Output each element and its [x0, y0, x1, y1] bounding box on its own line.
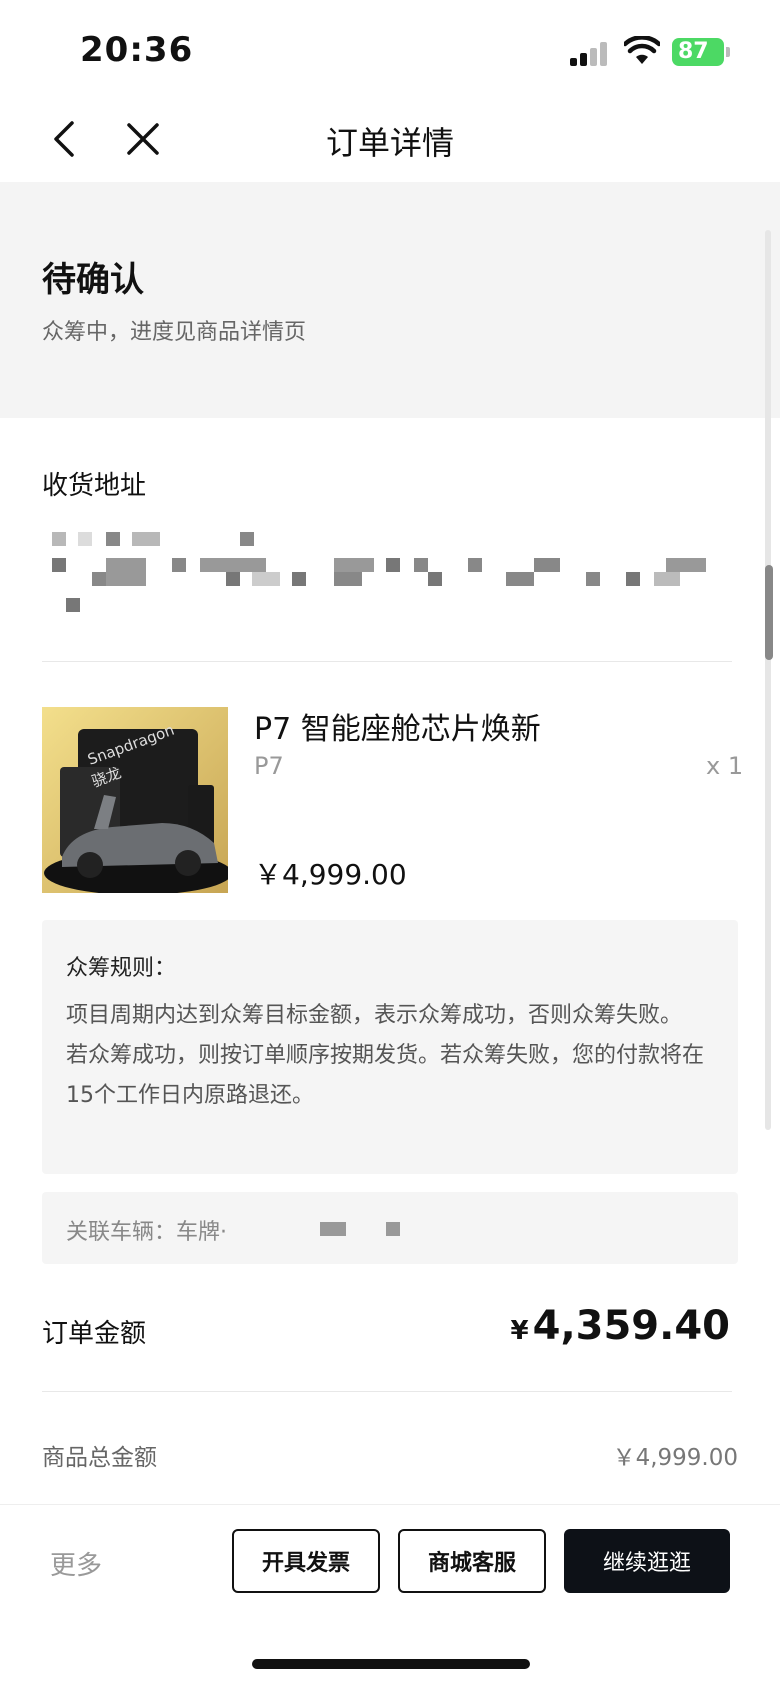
continue-shopping-button[interactable]: 继续逛逛 — [564, 1529, 730, 1593]
address-title: 收货地址 — [42, 471, 147, 501]
order-status-section: 待确认 众筹中，进度见商品详情页 — [0, 182, 780, 418]
currency-symbol: ¥ — [510, 1316, 529, 1346]
battery-cap — [726, 47, 730, 57]
order-status-subtitle: 众筹中，进度见商品详情页 — [42, 320, 307, 345]
rules-text: 项目周期内达到众筹目标金额，表示众筹成功，否则众筹失败。 若众筹成功，则按订单顺… — [66, 1003, 705, 1108]
wifi-icon — [624, 36, 660, 64]
linked-vehicle: 关联车辆：车牌· — [42, 1192, 738, 1264]
battery-indicator: 87 — [672, 38, 724, 66]
linked-vehicle-label: 关联车辆：车牌· — [66, 1220, 227, 1245]
status-bar: 20:36 87 — [0, 0, 780, 100]
section-divider — [42, 661, 732, 662]
status-time: 20:36 — [80, 30, 194, 70]
customer-service-button[interactable]: 商城客服 — [398, 1529, 546, 1593]
goods-total-label: 商品总金额 — [42, 1445, 157, 1471]
nav-bar: 订单详情 — [0, 100, 780, 182]
product-price: ￥4,999.00 — [254, 858, 407, 891]
crowdfunding-rules: 众筹规则： 项目周期内达到众筹目标金额，表示众筹成功，否则众筹失败。 若众筹成功… — [42, 920, 738, 1174]
product-image[interactable]: Snapdragon 骁龙 — [42, 707, 228, 893]
page-title: 订单详情 — [325, 124, 454, 162]
order-amount-value: 4,359.40 — [532, 1303, 730, 1349]
plate-redacted — [386, 1222, 400, 1236]
bottom-action-bar: 更多 开具发票 商城客服 继续逛逛 — [0, 1504, 780, 1689]
order-amount: ¥4,359.40 — [511, 1303, 730, 1349]
section-divider — [42, 1391, 732, 1392]
rules-title: 众筹规则： — [66, 956, 177, 981]
order-status-title: 待确认 — [42, 260, 144, 300]
home-indicator[interactable] — [252, 1659, 530, 1669]
battery-level: 87 — [678, 39, 709, 64]
scrollbar-track[interactable] — [765, 230, 771, 1130]
product-variant: P7 — [254, 752, 284, 780]
order-amount-label: 订单金额 — [42, 1319, 147, 1349]
goods-total-value: ￥4,999.00 — [612, 1445, 738, 1471]
signal-icon — [570, 42, 610, 66]
product-name[interactable]: P7 智能座舱芯片焕新 — [254, 704, 541, 748]
product-quantity: x 1 — [706, 752, 744, 780]
scrollbar-thumb[interactable] — [765, 565, 773, 660]
more-button[interactable]: 更多 — [50, 1545, 102, 1582]
invoice-button[interactable]: 开具发票 — [232, 1529, 380, 1593]
plate-redacted — [320, 1222, 346, 1236]
product-image-art: Snapdragon 骁龙 — [44, 721, 228, 893]
